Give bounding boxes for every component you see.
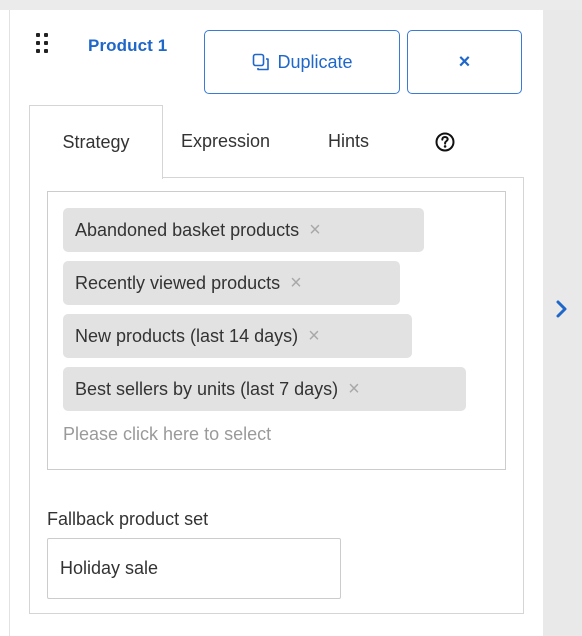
- tab-strategy[interactable]: Strategy: [29, 105, 163, 179]
- fallback-product-set-input[interactable]: Holiday sale: [47, 538, 341, 599]
- product-title: Product 1: [88, 36, 168, 55]
- strategy-chip: Abandoned basket products ×: [63, 208, 424, 252]
- chip-label: Recently viewed products: [75, 272, 281, 293]
- tab-hints[interactable]: Hints: [328, 105, 369, 178]
- remove-chip-icon[interactable]: ×: [348, 378, 360, 401]
- question-circle-icon[interactable]: [434, 131, 456, 153]
- left-edge: [0, 10, 10, 636]
- remove-chip-icon[interactable]: ×: [309, 219, 321, 242]
- tab-expression[interactable]: Expression: [181, 105, 270, 178]
- strategy-chip: Recently viewed products ×: [63, 261, 400, 305]
- tab-bar: Strategy Expression Hints: [29, 105, 524, 179]
- chip-label: Best sellers by units (last 7 days): [75, 378, 339, 399]
- duplicate-button[interactable]: Duplicate: [204, 30, 400, 94]
- select-placeholder[interactable]: Please click here to select: [63, 424, 271, 445]
- remove-chip-icon[interactable]: ×: [290, 272, 302, 295]
- close-icon: ×: [458, 50, 471, 73]
- strategy-chip: Best sellers by units (last 7 days) ×: [63, 367, 466, 411]
- remove-chip-icon[interactable]: ×: [308, 325, 320, 348]
- close-button[interactable]: ×: [407, 30, 522, 94]
- chevron-right-icon[interactable]: [552, 297, 572, 321]
- side-panel[interactable]: [543, 10, 582, 636]
- strategy-chip: New products (last 14 days) ×: [63, 314, 412, 358]
- drag-handle-icon[interactable]: [36, 33, 50, 61]
- chip-label: Abandoned basket products: [75, 219, 300, 240]
- duplicate-icon: [251, 52, 271, 72]
- duplicate-label: Duplicate: [277, 51, 353, 72]
- chip-label: New products (last 14 days): [75, 325, 299, 346]
- fallback-label: Fallback product set: [47, 509, 209, 529]
- top-strip: [0, 0, 582, 10]
